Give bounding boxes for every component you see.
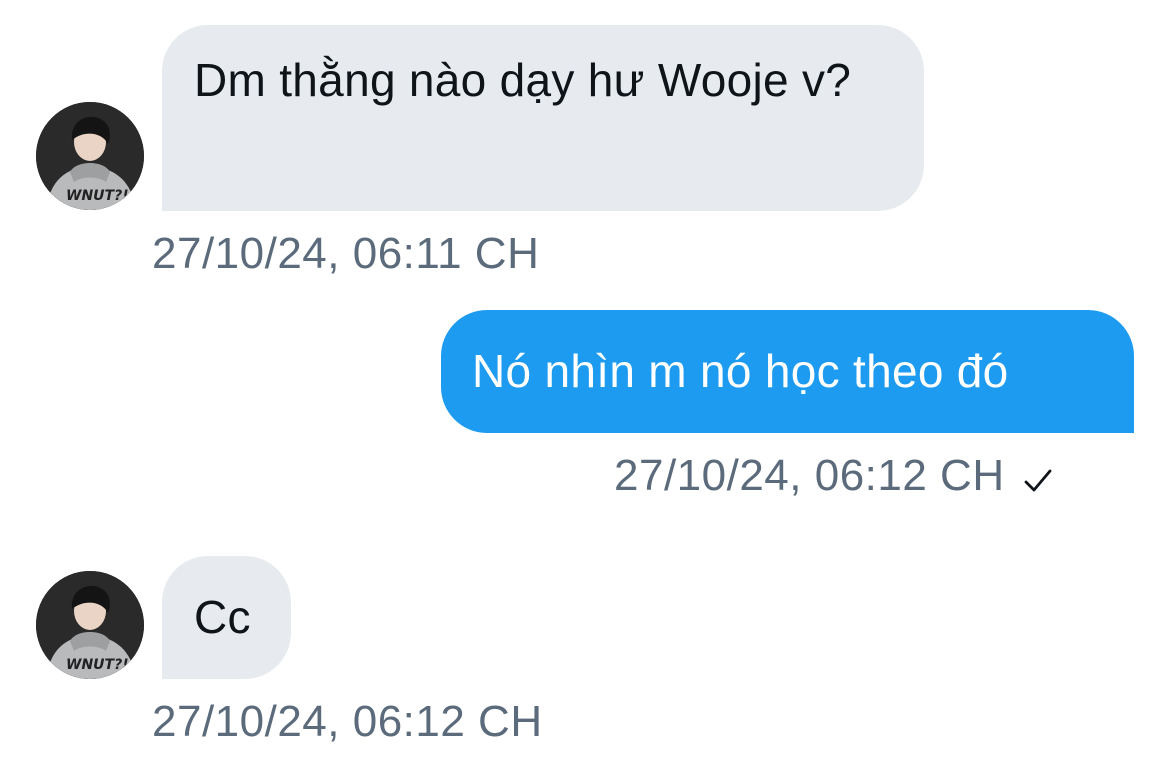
user-avatar-icon: WNUT?! — [36, 102, 144, 210]
svg-text:WNUT?!: WNUT?! — [66, 657, 129, 673]
message-timestamp: 27/10/24, 06:12 CH — [614, 450, 1053, 506]
message-text: Dm thằng nào dạy hư Wooje v? — [194, 54, 852, 106]
message-bubble-incoming[interactable]: Dm thằng nào dạy hư Wooje v? — [162, 25, 924, 211]
user-avatar-icon: WNUT?! — [36, 571, 144, 679]
sent-check-icon — [1023, 454, 1053, 506]
user-avatar[interactable]: WNUT?! — [36, 102, 144, 210]
message-text: Nó nhìn m nó học theo đó — [472, 345, 1009, 397]
user-avatar[interactable]: WNUT?! — [36, 571, 144, 679]
message-bubble-outgoing[interactable]: Nó nhìn m nó học theo đó — [441, 310, 1134, 433]
svg-text:WNUT?!: WNUT?! — [66, 188, 129, 204]
message-bubble-incoming[interactable]: Cc — [162, 556, 291, 679]
message-timestamp: 27/10/24, 06:11 CH — [152, 229, 540, 278]
message-text: Cc — [194, 591, 251, 643]
message-timestamp: 27/10/24, 06:12 CH — [152, 697, 543, 746]
